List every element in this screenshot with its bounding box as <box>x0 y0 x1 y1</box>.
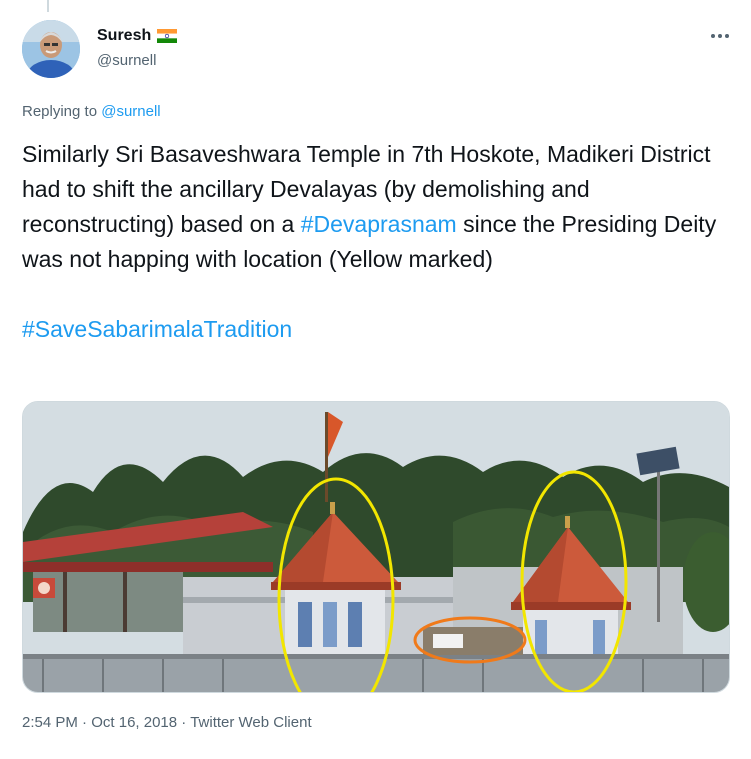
more-dots-icon <box>711 34 729 38</box>
hashtag-savesabarimalatradition-link[interactable]: #SaveSabarimalaTradition <box>22 316 292 342</box>
thread-connector-line <box>47 0 49 12</box>
tweet-client-label: Twitter Web Client <box>190 714 312 731</box>
tweet-paragraph-1: Similarly Sri Basaveshwara Temple in 7th… <box>22 137 732 277</box>
reply-mention-link[interactable]: @surnell <box>101 103 160 120</box>
india-flag-icon <box>157 29 178 43</box>
avatar[interactable] <box>22 20 80 78</box>
author-handle[interactable]: @surnell <box>97 52 156 69</box>
meta-separator-1: · <box>77 714 92 731</box>
replying-to-label: Replying to <box>22 103 102 120</box>
hashtag-devaprasnam-link[interactable]: #Devaprasnam <box>301 211 457 237</box>
meta-separator-2: · <box>177 714 191 731</box>
replying-to: Replying to @surnell <box>22 103 161 120</box>
author-name-row: Suresh <box>97 27 178 45</box>
tweet-paragraph-2: #SaveSabarimalaTradition <box>22 312 732 347</box>
avatar-image <box>22 20 80 78</box>
tweet-date-link[interactable]: Oct 16, 2018 <box>91 714 177 731</box>
more-options-button[interactable] <box>707 26 733 46</box>
tweet-metadata: 2:54 PM · Oct 16, 2018 · Twitter Web Cli… <box>22 714 312 731</box>
temple-photo-image <box>23 402 729 692</box>
tweet-text: Similarly Sri Basaveshwara Temple in 7th… <box>22 137 732 347</box>
author-display-name[interactable]: Suresh <box>97 27 151 45</box>
tweet-photo[interactable] <box>22 401 730 693</box>
tweet-time-link[interactable]: 2:54 PM <box>22 714 78 731</box>
